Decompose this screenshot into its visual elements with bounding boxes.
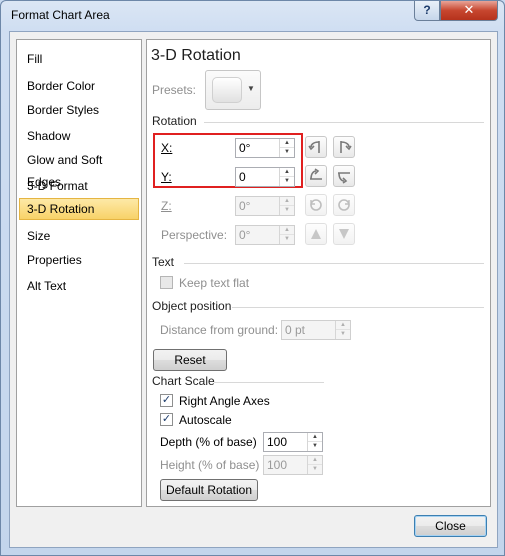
title-bar[interactable]: Format Chart Area ? ✕ bbox=[1, 1, 504, 31]
right-angle-axes-checkbox[interactable]: ✓ bbox=[160, 394, 173, 407]
rotate-counterclockwise-button[interactable] bbox=[305, 194, 327, 216]
text-section-label: Text bbox=[152, 255, 175, 269]
perspective-input[interactable]: 0° ▲ ▼ bbox=[235, 225, 295, 245]
right-angle-axes-label: Right Angle Axes bbox=[179, 394, 270, 408]
x-rotation-value: 0° bbox=[239, 141, 251, 155]
distance-stepper[interactable]: ▲ ▼ bbox=[335, 321, 350, 339]
distance-from-ground-input[interactable]: 0 pt ▲ ▼ bbox=[281, 320, 351, 340]
nav-item-border-color[interactable]: Border Color bbox=[19, 75, 139, 97]
y-rotation-input[interactable]: 0 ▲ ▼ bbox=[235, 167, 295, 187]
perspective-label: Perspective: bbox=[161, 228, 228, 242]
nav-item-border-styles[interactable]: Border Styles bbox=[19, 99, 139, 121]
chart-scale-section-label: Chart Scale bbox=[152, 374, 215, 388]
presets-label: Presets: bbox=[152, 83, 197, 97]
window-close-button[interactable]: ✕ bbox=[440, 1, 498, 21]
nav-item-alt-text[interactable]: Alt Text bbox=[19, 275, 139, 297]
perspective-widen-button[interactable] bbox=[333, 223, 355, 245]
nav-item-3d-format[interactable]: 3-D Format bbox=[19, 175, 139, 197]
rotate-up-button[interactable] bbox=[305, 165, 327, 187]
text-section: Text bbox=[152, 255, 487, 269]
depth-stepper[interactable]: ▲ ▼ bbox=[307, 433, 322, 451]
perspective-narrow-button[interactable] bbox=[305, 223, 327, 245]
nav-item-fill[interactable]: Fill bbox=[19, 48, 139, 70]
x-rotation-input[interactable]: 0° ▲ ▼ bbox=[235, 138, 295, 158]
rotation-section: Rotation bbox=[152, 114, 487, 128]
section-divider bbox=[204, 122, 484, 123]
height-input[interactable]: 100 ▲ ▼ bbox=[263, 455, 323, 475]
distance-from-ground-value: 0 pt bbox=[285, 323, 306, 337]
settings-panel: 3-D Rotation Presets: ▼ Rotation X: 0° ▲… bbox=[146, 39, 491, 507]
preset-preview bbox=[212, 77, 242, 103]
rotation-section-label: Rotation bbox=[152, 114, 197, 128]
x-rotation-label: X: bbox=[161, 141, 173, 155]
object-position-section: Object position bbox=[152, 299, 487, 313]
height-stepper[interactable]: ▲ ▼ bbox=[307, 456, 322, 474]
autoscale-checkbox[interactable]: ✓ bbox=[160, 413, 173, 426]
nav-item-glow-soft-edges[interactable]: Glow and Soft Edges bbox=[19, 149, 139, 189]
z-rotation-stepper[interactable]: ▲ ▼ bbox=[279, 197, 294, 215]
nav-item-3d-rotation[interactable]: 3-D Rotation bbox=[19, 198, 139, 220]
category-list: Fill Border Color Border Styles Shadow G… bbox=[16, 39, 142, 507]
nav-item-properties[interactable]: Properties bbox=[19, 249, 139, 271]
dialog-client-area: Fill Border Color Border Styles Shadow G… bbox=[9, 31, 498, 548]
rotate-down-button[interactable] bbox=[333, 165, 355, 187]
section-divider bbox=[232, 307, 484, 308]
y-rotation-value: 0 bbox=[239, 170, 246, 184]
z-rotation-input[interactable]: 0° ▲ ▼ bbox=[235, 196, 295, 216]
nav-item-shadow[interactable]: Shadow bbox=[19, 125, 139, 147]
depth-label: Depth (% of base) bbox=[160, 435, 257, 449]
panel-heading: 3-D Rotation bbox=[151, 47, 241, 64]
rotate-right-icon bbox=[340, 141, 352, 153]
chevron-down-icon: ▼ bbox=[247, 84, 255, 93]
rotate-clockwise-icon bbox=[338, 199, 350, 211]
presets-dropdown[interactable]: ▼ bbox=[205, 70, 261, 110]
rotate-down-icon bbox=[338, 172, 350, 184]
height-value: 100 bbox=[267, 458, 288, 472]
perspective-value: 0° bbox=[239, 228, 251, 242]
rotate-up-icon bbox=[310, 168, 322, 180]
z-rotation-value: 0° bbox=[239, 199, 251, 213]
object-position-section-label: Object position bbox=[152, 299, 232, 313]
section-divider bbox=[184, 263, 484, 264]
nav-item-size[interactable]: Size bbox=[19, 225, 139, 247]
format-chart-area-dialog: Format Chart Area ? ✕ Fill Border Color … bbox=[0, 0, 505, 556]
perspective-down-icon bbox=[339, 229, 349, 239]
keep-text-flat-checkbox[interactable] bbox=[160, 276, 173, 289]
z-rotation-label: Z: bbox=[161, 199, 172, 213]
rotate-left-button[interactable] bbox=[305, 136, 327, 158]
rotate-right-button[interactable] bbox=[333, 136, 355, 158]
chart-scale-section: Chart Scale bbox=[152, 374, 487, 388]
section-divider bbox=[214, 382, 324, 383]
rotate-clockwise-button[interactable] bbox=[333, 194, 355, 216]
default-rotation-button[interactable]: Default Rotation bbox=[160, 479, 258, 501]
depth-input[interactable]: 100 ▲ ▼ bbox=[263, 432, 323, 452]
help-button[interactable]: ? bbox=[414, 1, 440, 21]
height-label: Height (% of base) bbox=[160, 458, 260, 472]
rotate-counterclockwise-icon bbox=[310, 199, 322, 211]
perspective-up-icon bbox=[311, 229, 321, 239]
perspective-stepper[interactable]: ▲ ▼ bbox=[279, 226, 294, 244]
reset-button[interactable]: Reset bbox=[153, 349, 227, 371]
depth-value: 100 bbox=[267, 435, 288, 449]
x-rotation-stepper[interactable]: ▲ ▼ bbox=[279, 139, 294, 157]
window-title: Format Chart Area bbox=[11, 8, 110, 22]
keep-text-flat-label: Keep text flat bbox=[179, 276, 250, 290]
y-rotation-label: Y: bbox=[161, 170, 172, 184]
rotate-left-icon bbox=[308, 141, 320, 153]
distance-from-ground-label: Distance from ground: bbox=[160, 323, 279, 337]
close-button[interactable]: Close bbox=[414, 515, 487, 537]
autoscale-label: Autoscale bbox=[179, 413, 232, 427]
y-rotation-stepper[interactable]: ▲ ▼ bbox=[279, 168, 294, 186]
